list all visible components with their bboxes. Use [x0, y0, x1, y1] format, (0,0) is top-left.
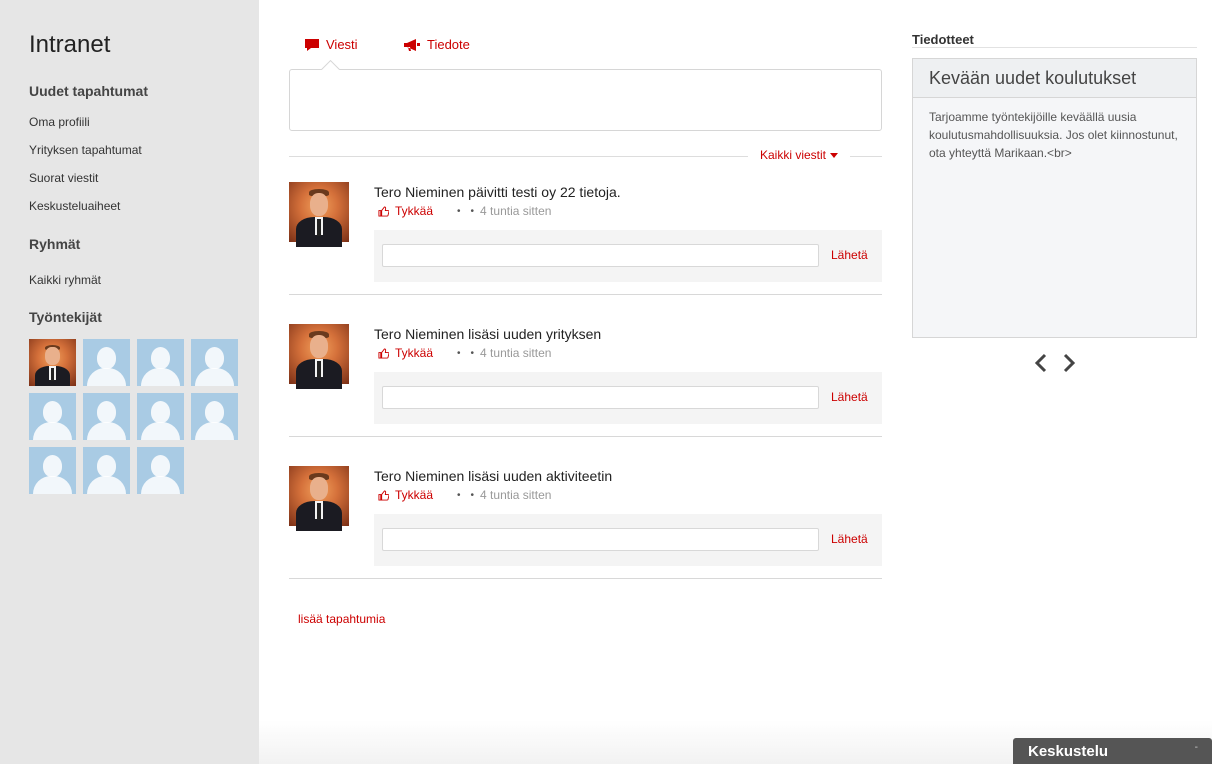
post-meta: Tykkää • • 4 tuntia sitten — [378, 346, 551, 360]
post-meta: Tykkää • • 4 tuntia sitten — [378, 204, 551, 218]
employee-avatar-placeholder[interactable] — [191, 393, 238, 440]
tab-message[interactable]: Viesti — [304, 37, 358, 52]
thumbs-up-icon — [378, 347, 389, 359]
chat-label: Keskustelu — [1028, 743, 1109, 760]
employee-avatar-placeholder[interactable] — [83, 339, 130, 386]
message-composer-input[interactable] — [289, 69, 882, 131]
caret-down-icon — [830, 153, 839, 159]
chat-bar[interactable]: Keskustelu - — [1013, 738, 1212, 764]
thumbs-up-icon — [378, 205, 389, 217]
post-divider — [289, 578, 882, 579]
post-divider — [289, 294, 882, 295]
sidebar-link-direct-messages[interactable]: Suorat viestit — [29, 171, 98, 185]
employee-avatar-placeholder[interactable] — [83, 393, 130, 440]
sidebar: Intranet Uudet tapahtumat Oma profiili Y… — [0, 0, 259, 764]
section-heading-groups: Ryhmät — [29, 236, 81, 252]
minimize-icon[interactable]: - — [1195, 742, 1198, 753]
app-title: Intranet — [29, 31, 111, 58]
post-time: 4 tuntia sitten — [480, 346, 552, 360]
tab-message-label: Viesti — [326, 37, 358, 52]
like-button[interactable]: Tykkää — [378, 204, 433, 218]
post-time: 4 tuntia sitten — [480, 204, 552, 218]
post-author-avatar[interactable] — [289, 466, 349, 531]
tab-announcement-label: Tiedote — [427, 37, 470, 52]
send-button[interactable]: Lähetä — [831, 248, 868, 262]
send-button[interactable]: Lähetä — [831, 390, 868, 404]
sidebar-link-own-profile[interactable]: Oma profiili — [29, 115, 90, 129]
comment-area: Lähetä — [374, 372, 882, 424]
like-label: Tykkää — [395, 204, 434, 218]
speech-bubble-icon — [305, 38, 319, 51]
like-label: Tykkää — [395, 346, 434, 360]
post-time: 4 tuntia sitten — [480, 488, 552, 502]
employee-avatar-placeholder[interactable] — [29, 393, 76, 440]
post-divider — [289, 436, 882, 437]
meta-separator: • — [470, 489, 475, 501]
employee-avatar-placeholder[interactable] — [83, 447, 130, 494]
notices-title: Tiedotteet — [912, 32, 974, 47]
next-arrow-icon[interactable] — [1060, 352, 1078, 374]
section-heading-events: Uudet tapahtumat — [29, 83, 148, 99]
composer-pointer — [320, 59, 340, 70]
tab-announcement[interactable]: Tiedote — [403, 37, 470, 52]
sidebar-link-discussion-topics[interactable]: Keskusteluaiheet — [29, 199, 120, 213]
comment-input[interactable] — [382, 528, 819, 551]
feed-post: Tero Nieminen lisäsi uuden yrityksen Tyk… — [289, 324, 882, 424]
comment-area: Lähetä — [374, 514, 882, 566]
feed-filter-label: Kaikki viestit — [760, 148, 827, 162]
feed-post: Tero Nieminen lisäsi uuden aktiviteetin … — [289, 466, 882, 566]
section-heading-employees: Työntekijät — [29, 309, 102, 325]
comment-input[interactable] — [382, 244, 819, 267]
employee-avatar-placeholder[interactable] — [191, 339, 238, 386]
feed-filter-dropdown[interactable]: Kaikki viestit — [748, 148, 851, 162]
notice-heading[interactable]: Kevään uudet koulutukset — [913, 59, 1196, 98]
employee-avatar[interactable] — [29, 339, 76, 386]
previous-arrow-icon[interactable] — [1032, 352, 1050, 374]
post-text: Tero Nieminen päivitti testi oy 22 tieto… — [374, 184, 621, 200]
employee-avatar-placeholder[interactable] — [29, 447, 76, 494]
like-label: Tykkää — [395, 488, 434, 502]
employee-avatar-placeholder[interactable] — [137, 393, 184, 440]
notices-divider — [912, 47, 1197, 48]
load-more-link[interactable]: lisää tapahtumia — [298, 612, 385, 626]
sidebar-link-company-events[interactable]: Yrityksen tapahtumat — [29, 143, 142, 157]
comment-input[interactable] — [382, 386, 819, 409]
thumbs-up-icon — [378, 489, 389, 501]
post-author-avatar[interactable] — [289, 324, 349, 389]
employee-avatar-grid — [29, 339, 239, 494]
like-button[interactable]: Tykkää — [378, 488, 433, 502]
notice-body: Tarjoamme työntekijöille keväällä uusia … — [929, 110, 1178, 160]
like-button[interactable]: Tykkää — [378, 346, 433, 360]
send-button[interactable]: Lähetä — [831, 532, 868, 546]
employee-avatar-placeholder[interactable] — [137, 447, 184, 494]
megaphone-icon — [404, 38, 420, 51]
post-text: Tero Nieminen lisäsi uuden aktiviteetin — [374, 468, 613, 484]
meta-separator: • — [457, 347, 461, 359]
employee-avatar-placeholder[interactable] — [137, 339, 184, 386]
meta-separator: • — [457, 489, 461, 501]
comment-area: Lähetä — [374, 230, 882, 282]
notice-card: Kevään uudet koulutukset Tarjoamme työnt… — [912, 58, 1197, 338]
post-author-avatar[interactable] — [289, 182, 349, 247]
post-meta: Tykkää • • 4 tuntia sitten — [378, 488, 551, 502]
feed-post: Tero Nieminen päivitti testi oy 22 tieto… — [289, 182, 882, 282]
post-text: Tero Nieminen lisäsi uuden yrityksen — [374, 326, 602, 342]
sidebar-link-all-groups[interactable]: Kaikki ryhmät — [29, 273, 101, 287]
meta-separator: • — [470, 347, 475, 359]
meta-separator: • — [457, 205, 461, 217]
meta-separator: • — [470, 205, 475, 217]
